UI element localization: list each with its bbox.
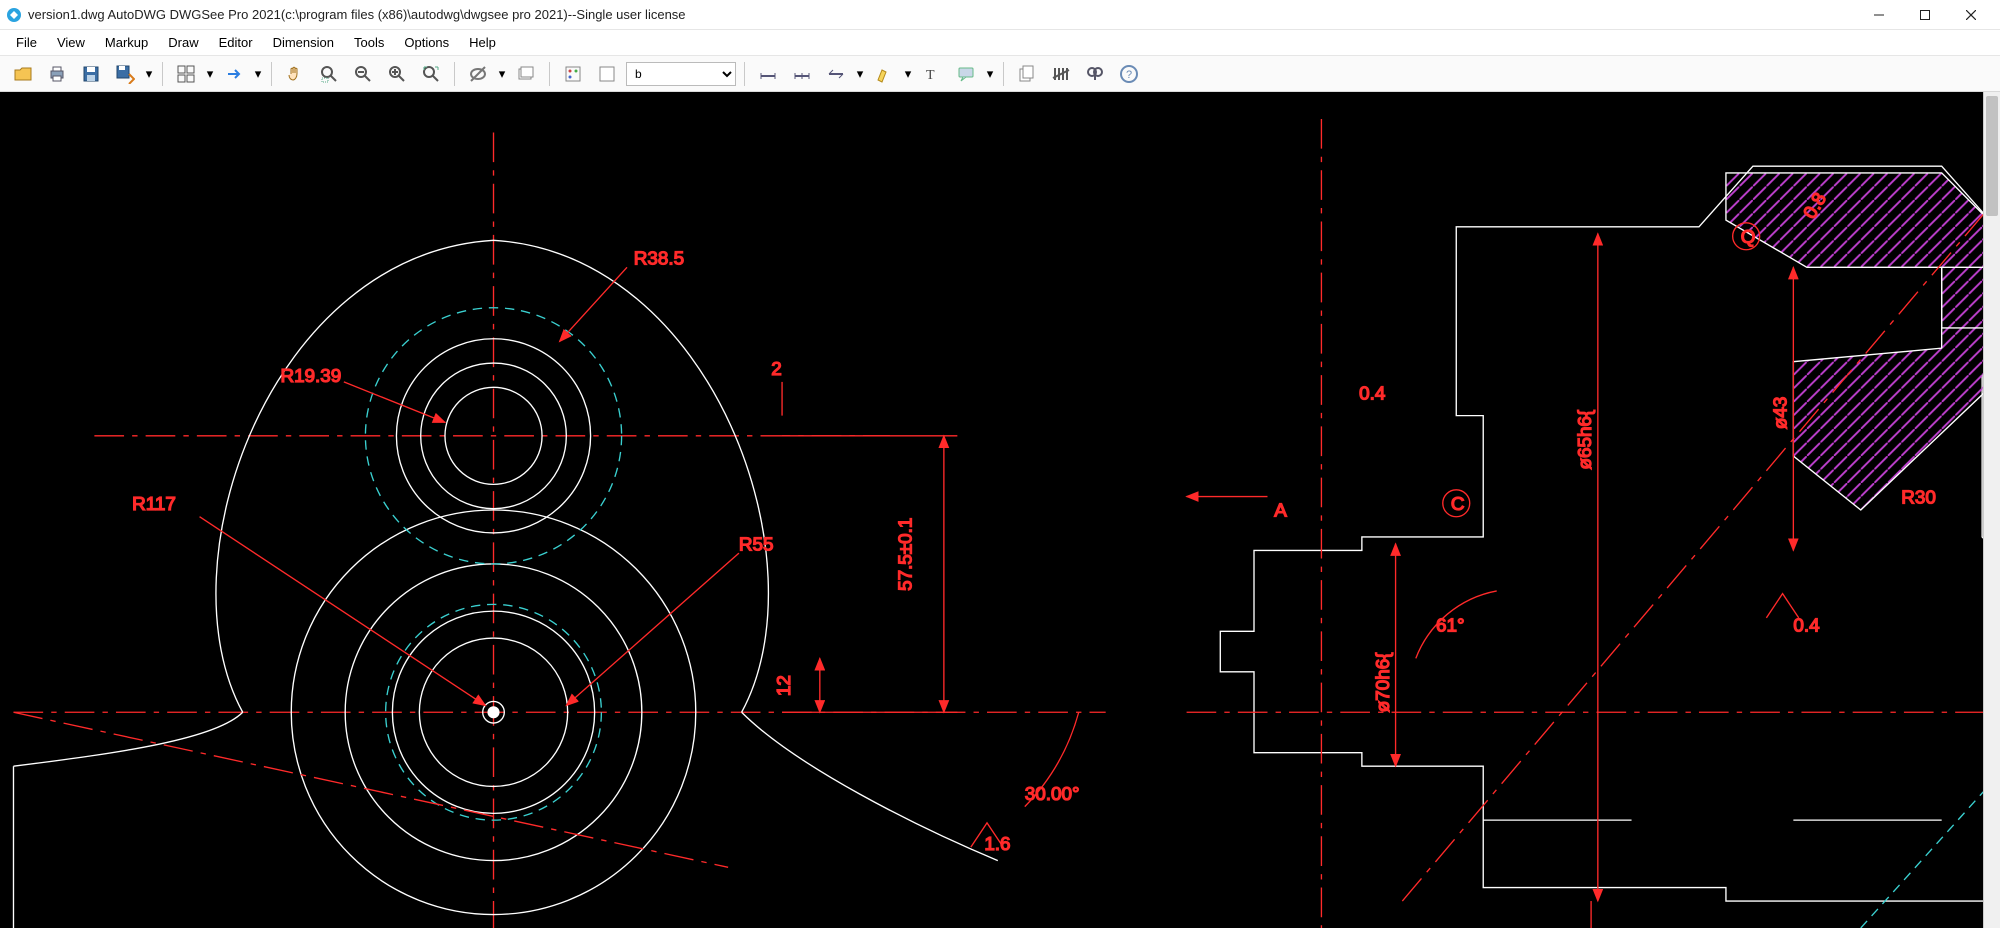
separator: [271, 62, 272, 86]
dim-d43: ø43: [1770, 397, 1791, 430]
layer-manager-button[interactable]: [558, 59, 588, 89]
svg-text:?: ?: [1126, 69, 1132, 81]
text-button[interactable]: T: [917, 59, 947, 89]
deselect-button[interactable]: [463, 59, 493, 89]
menu-markup[interactable]: Markup: [95, 32, 158, 53]
dim-57.5: 57.5±0.1: [895, 518, 916, 591]
find-button[interactable]: [1080, 59, 1110, 89]
menu-view[interactable]: View: [47, 32, 95, 53]
menu-tools[interactable]: Tools: [344, 32, 394, 53]
print-button[interactable]: [42, 59, 72, 89]
surface-0.4: 0.4: [1359, 382, 1385, 403]
dim-d70h6: ø70h6{: [1372, 652, 1393, 712]
save-button[interactable]: [76, 59, 106, 89]
toolbar: ▾ ▾ ▾ ▾ b ▾ ▾ T ▾ ?: [0, 56, 2000, 92]
dim-angle-30: 30.00°: [1025, 783, 1080, 804]
separator: [549, 62, 550, 86]
close-button[interactable]: [1948, 0, 1994, 30]
forward-dropdown[interactable]: ▾: [253, 66, 263, 82]
layers-button[interactable]: [511, 59, 541, 89]
deselect-dropdown[interactable]: ▾: [497, 66, 507, 82]
menu-options[interactable]: Options: [394, 32, 459, 53]
maximize-button[interactable]: [1902, 0, 1948, 30]
measure-distance-button[interactable]: [753, 59, 783, 89]
dim-r117: R117: [132, 493, 176, 514]
separator: [1003, 62, 1004, 86]
titlebar: version1.dwg AutoDWG DWGSee Pro 2021(c:\…: [0, 0, 2000, 30]
thumb-dropdown[interactable]: ▾: [205, 66, 215, 82]
dim-r38.5: R38.5: [634, 248, 684, 269]
dim-r19.39: R19.39: [280, 365, 341, 386]
menu-help[interactable]: Help: [459, 32, 506, 53]
help-button[interactable]: ?: [1114, 59, 1144, 89]
menu-dimension[interactable]: Dimension: [263, 32, 344, 53]
thumbnail-button[interactable]: [171, 59, 201, 89]
menu-editor[interactable]: Editor: [209, 32, 263, 53]
dim-2: 2: [771, 358, 782, 379]
copy-button[interactable]: [1012, 59, 1042, 89]
zoom-extents-button[interactable]: [416, 59, 446, 89]
datum-Q: Q: [1741, 226, 1756, 247]
highlighter-dropdown[interactable]: ▾: [903, 66, 913, 82]
window-controls: [1856, 0, 1994, 30]
zoom-out-button[interactable]: [348, 59, 378, 89]
separator: [162, 62, 163, 86]
count-button[interactable]: [1046, 59, 1076, 89]
surface-0.4b: 0.4: [1793, 614, 1819, 635]
measure-aligned-button[interactable]: [787, 59, 817, 89]
open-button[interactable]: [8, 59, 38, 89]
pan-button[interactable]: [280, 59, 310, 89]
dim-12: 12: [773, 675, 794, 696]
menu-draw[interactable]: Draw: [158, 32, 208, 53]
measure-dropdown[interactable]: ▾: [855, 66, 865, 82]
minimize-button[interactable]: [1856, 0, 1902, 30]
menu-file[interactable]: File: [6, 32, 47, 53]
drawing-canvas[interactable]: R38.5 R19.39 R117 R55 57.5±0.1 12 2 30.0…: [0, 92, 2000, 928]
save-as-button[interactable]: [110, 59, 140, 89]
zoom-window-button[interactable]: [314, 59, 344, 89]
vertical-scrollbar[interactable]: [1983, 92, 2000, 928]
section-A-upper: A: [1274, 500, 1287, 521]
layer-select[interactable]: b: [626, 62, 736, 86]
window-title: version1.dwg AutoDWG DWGSee Pro 2021(c:\…: [28, 7, 1856, 22]
measure-area-button[interactable]: [821, 59, 851, 89]
highlighter-button[interactable]: [869, 59, 899, 89]
separator: [454, 62, 455, 86]
dim-r55: R55: [739, 533, 774, 554]
comment-button[interactable]: [951, 59, 981, 89]
app-icon: [6, 7, 22, 23]
scrollbar-thumb[interactable]: [1986, 96, 1998, 216]
dim-d65h6: ø65h6{: [1574, 410, 1595, 470]
surface-1.6: 1.6: [984, 833, 1010, 854]
forward-button[interactable]: [219, 59, 249, 89]
comment-dropdown[interactable]: ▾: [985, 66, 995, 82]
datum-C: C: [1451, 493, 1465, 514]
save-dropdown[interactable]: ▾: [144, 66, 154, 82]
separator: [744, 62, 745, 86]
menubar: File View Markup Draw Editor Dimension T…: [0, 30, 2000, 56]
svg-text:T: T: [926, 68, 935, 83]
dim-angle-61: 61°: [1436, 614, 1465, 635]
layout-toggle-button[interactable]: [592, 59, 622, 89]
zoom-in-button[interactable]: [382, 59, 412, 89]
dim-r30: R30: [1901, 486, 1936, 507]
